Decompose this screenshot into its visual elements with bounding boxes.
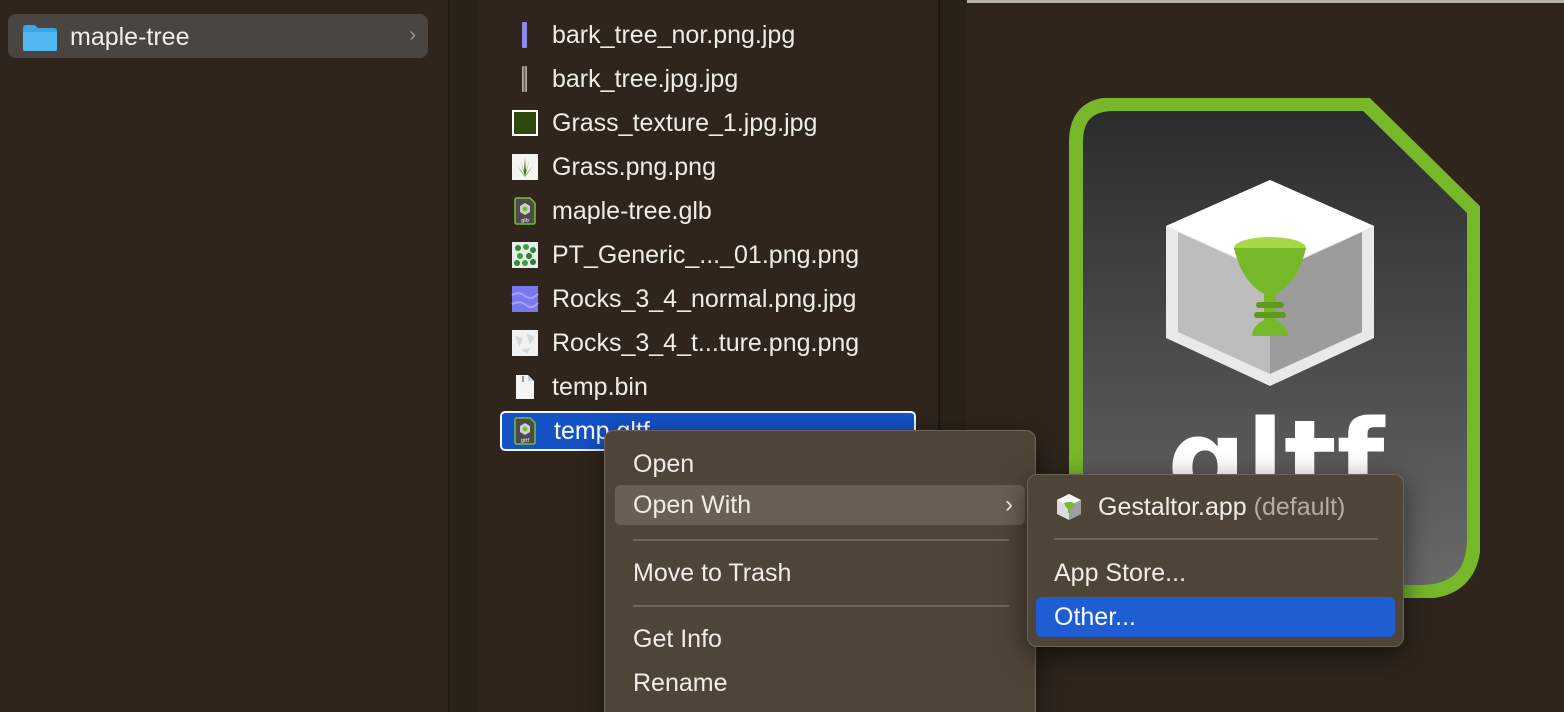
submenu-item-label: Gestaltor.app (default)	[1098, 493, 1345, 522]
menu-item-move-to-trash[interactable]: Move to Trash	[615, 553, 1025, 593]
menu-item-label: Open	[633, 450, 695, 478]
glb-file-icon: glb	[514, 197, 536, 225]
menu-separator	[1054, 538, 1378, 540]
file-row[interactable]: glb maple-tree.glb	[500, 191, 916, 231]
submenu-item-gestaltor[interactable]: Gestaltor.app (default)	[1036, 487, 1395, 527]
file-row[interactable]: Grass_texture_1.jpg.jpg	[500, 103, 916, 143]
file-name: maple-tree.glb	[552, 197, 712, 225]
default-tag: (default)	[1253, 493, 1346, 521]
file-name: bark_tree.jpg.jpg	[552, 65, 739, 93]
menu-item-label: Move to Trash	[633, 559, 792, 587]
file-name: Rocks_3_4_t...ture.png.png	[552, 329, 860, 357]
column-gutter	[450, 0, 478, 712]
gestaltor-app-icon	[1057, 494, 1081, 520]
rocks-texture-thumbnail-icon	[512, 330, 538, 356]
context-menu: Open Open With › Move to Trash Get Info …	[604, 430, 1036, 712]
rocks-normal-thumbnail-icon	[511, 286, 539, 312]
file-name: bark_tree_nor.png.jpg	[552, 21, 796, 49]
file-row[interactable]: bark_tree.jpg.jpg	[500, 59, 916, 99]
menu-item-rename[interactable]: Rename	[615, 663, 1025, 703]
folder-icon	[23, 25, 57, 51]
file-row[interactable]: temp.bin	[500, 367, 916, 407]
svg-text:glb: glb	[521, 218, 529, 224]
menu-item-open[interactable]: Open	[615, 444, 1025, 484]
submenu-item-app-store[interactable]: App Store...	[1036, 553, 1395, 593]
file-name: PT_Generic_..._01.png.png	[552, 241, 860, 269]
menu-item-label: Open With	[633, 491, 752, 519]
file-row[interactable]: Rocks_3_4_normal.png.jpg	[500, 279, 916, 319]
file-name: temp.bin	[552, 373, 648, 401]
grass-texture-thumbnail-icon	[512, 110, 538, 136]
folder-row-maple-tree[interactable]: maple-tree ›	[8, 14, 428, 58]
chevron-right-icon: ›	[409, 24, 416, 46]
open-with-submenu: Gestaltor.app (default) App Store... Oth…	[1027, 474, 1404, 647]
file-name: Grass.png.png	[552, 153, 716, 181]
svg-text:gltf: gltf	[521, 438, 530, 444]
file-row[interactable]: PT_Generic_..._01.png.png	[500, 235, 916, 275]
menu-item-get-info[interactable]: Get Info	[615, 619, 1025, 659]
column-one: maple-tree ›	[0, 0, 449, 712]
menu-item-label: Get Info	[633, 625, 722, 653]
bark-thumbnail-icon	[522, 66, 527, 92]
submenu-item-other[interactable]: Other...	[1036, 597, 1395, 637]
bark-normal-thumbnail-icon	[522, 22, 527, 48]
menu-item-open-with[interactable]: Open With ›	[615, 485, 1025, 525]
menu-separator	[633, 605, 1009, 607]
finder-window: maple-tree › bark_tree_nor.png.jpg bark_…	[0, 0, 1564, 712]
file-row[interactable]: Grass.png.png	[500, 147, 916, 187]
file-name: Grass_texture_1.jpg.jpg	[552, 109, 818, 137]
grass-thumbnail-icon	[512, 154, 538, 180]
file-name: Rocks_3_4_normal.png.jpg	[552, 285, 857, 313]
chevron-right-icon: ›	[1005, 491, 1013, 518]
file-row[interactable]: bark_tree_nor.png.jpg	[500, 15, 916, 55]
folder-label: maple-tree	[70, 23, 190, 51]
window-edge	[967, 0, 1564, 3]
gltf-file-icon: gltf	[514, 417, 536, 445]
menu-item-label: Rename	[633, 669, 728, 697]
app-name: Gestaltor.app	[1098, 493, 1247, 521]
document-icon	[516, 375, 534, 399]
submenu-item-label: App Store...	[1054, 559, 1187, 587]
submenu-item-label: Other...	[1054, 603, 1136, 631]
file-row[interactable]: Rocks_3_4_t...ture.png.png	[500, 323, 916, 363]
menu-separator	[633, 539, 1009, 541]
leaves-thumbnail-icon	[512, 242, 538, 268]
